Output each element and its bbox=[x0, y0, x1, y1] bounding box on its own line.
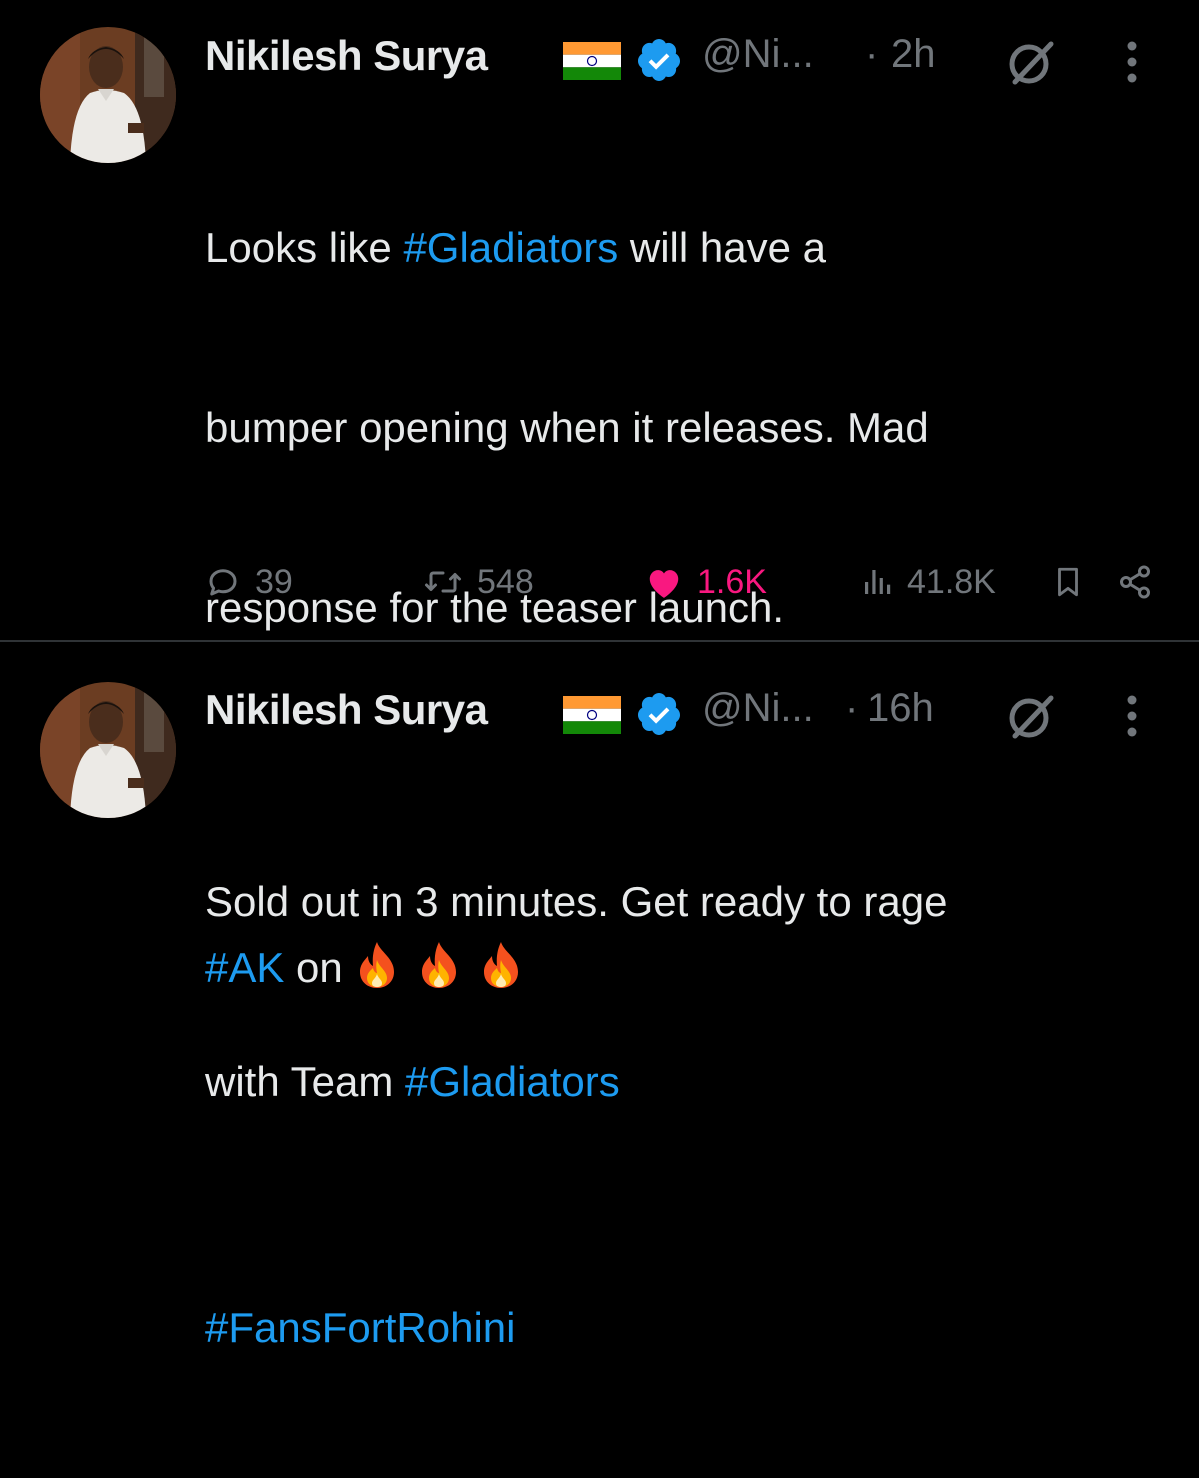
bookmark-button[interactable] bbox=[1051, 558, 1099, 606]
share-button[interactable] bbox=[1115, 558, 1169, 606]
author-name[interactable]: Nikilesh Surya bbox=[205, 686, 488, 734]
author-handle[interactable]: @Ni... bbox=[702, 686, 814, 731]
repost-count: 548 bbox=[477, 562, 534, 601]
views-icon bbox=[865, 570, 891, 594]
tweet-text: Sold out in 3 minutes. Get ready to rage… bbox=[205, 752, 1139, 1172]
author-name[interactable]: Nikilesh Surya bbox=[205, 32, 488, 80]
repost-icon bbox=[425, 571, 461, 593]
hashtag-link[interactable]: #Gladiators bbox=[403, 224, 618, 271]
tweet[interactable]: Nikilesh Surya @Ni... · 2h Looks like #G… bbox=[0, 0, 1199, 1351]
text-line: bumper opening when it releases. Mad bbox=[205, 404, 929, 451]
more-icon[interactable] bbox=[1124, 692, 1140, 740]
like-count: 1.6K bbox=[697, 562, 767, 601]
views-button[interactable]: 41.8K bbox=[861, 558, 996, 606]
text-line: Sold out in 3 minutes. Get ready to rage bbox=[205, 878, 948, 925]
share-icon bbox=[1120, 565, 1150, 599]
more-icon[interactable] bbox=[1124, 38, 1140, 86]
grok-icon[interactable] bbox=[1005, 690, 1057, 742]
avatar[interactable] bbox=[40, 27, 176, 163]
text-segment: will have a bbox=[618, 224, 826, 271]
bookmark-icon bbox=[1058, 567, 1078, 597]
hashtag-link[interactable]: #FansFortRohini bbox=[205, 1304, 515, 1351]
india-flag-icon bbox=[563, 696, 621, 734]
author-handle[interactable]: @Ni... bbox=[702, 32, 814, 77]
text-segment: Looks like bbox=[205, 224, 404, 271]
action-bar: 39 548 1.6K 41.8K bbox=[205, 558, 1165, 606]
tweet-header: Nikilesh Surya @Ni... · 16h bbox=[205, 686, 1199, 746]
avatar[interactable] bbox=[40, 682, 176, 818]
india-flag-icon bbox=[563, 42, 621, 80]
timestamp[interactable]: 2h bbox=[891, 32, 936, 77]
hashtag-link[interactable]: #Gladiators bbox=[405, 1058, 620, 1105]
separator-dot: · bbox=[865, 32, 879, 76]
tweet-header: Nikilesh Surya @Ni... · 2h bbox=[205, 32, 1199, 92]
reply-count: 39 bbox=[255, 562, 293, 601]
reply-icon bbox=[209, 569, 237, 596]
repost-button[interactable]: 548 bbox=[423, 558, 534, 606]
views-count: 41.8K bbox=[907, 562, 996, 601]
text-segment: with Team bbox=[205, 1058, 405, 1105]
like-icon bbox=[649, 570, 679, 598]
separator-dot: · bbox=[845, 686, 859, 730]
verified-badge-icon[interactable] bbox=[635, 36, 683, 84]
like-button[interactable]: 1.6K bbox=[645, 558, 767, 606]
verified-badge-icon[interactable] bbox=[635, 690, 683, 738]
grok-icon[interactable] bbox=[1005, 36, 1057, 88]
reply-button[interactable]: 39 bbox=[205, 558, 293, 606]
timestamp[interactable]: 16h bbox=[867, 686, 934, 731]
